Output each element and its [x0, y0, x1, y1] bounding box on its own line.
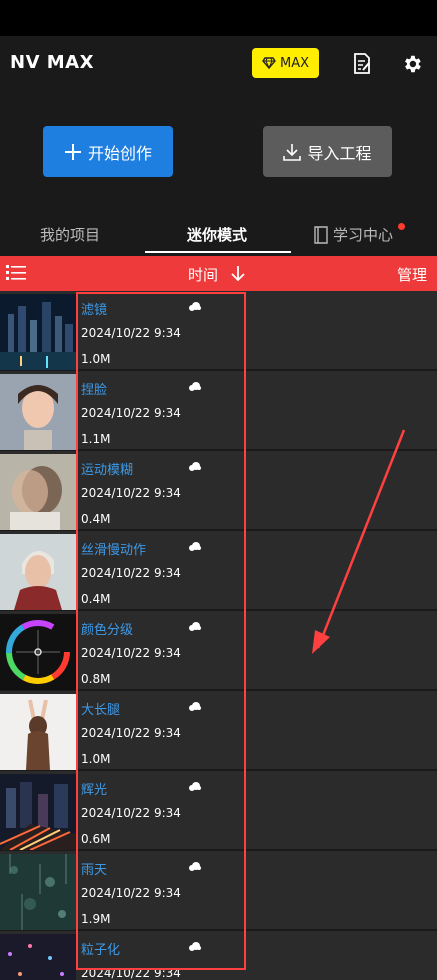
project-item[interactable]: 大长腿 2024/10/22 9:34 1.0M	[0, 691, 437, 771]
manage-button[interactable]: 管理	[397, 264, 427, 285]
project-item[interactable]: 丝滑慢动作 2024/10/22 9:34 0.4M	[0, 531, 437, 611]
active-tab-indicator	[145, 251, 291, 253]
project-thumbnail	[0, 934, 76, 980]
cloud-icon	[189, 382, 201, 391]
max-badge-label: MAX	[279, 55, 309, 71]
project-title: 颜色分级	[81, 623, 134, 638]
list-toolbar: 时间 管理	[0, 256, 437, 291]
settings-button[interactable]	[398, 50, 426, 78]
cloud-icon	[189, 942, 201, 951]
import-project-button[interactable]: 导入工程	[263, 126, 392, 177]
project-date: 2024/10/22 9:34	[81, 566, 181, 580]
app-header: NV MAX MAX	[0, 36, 437, 92]
project-thumbnail	[0, 374, 76, 450]
start-create-button[interactable]: 开始创作	[43, 126, 173, 177]
project-date: 2024/10/22 9:34	[81, 886, 181, 900]
cloud-icon	[189, 702, 201, 711]
cloud-icon	[189, 542, 201, 551]
list-view-icon[interactable]	[6, 264, 26, 282]
app-title: NV MAX	[10, 52, 94, 73]
project-thumbnail	[0, 454, 76, 530]
project-title: 丝滑慢动作	[81, 543, 147, 558]
import-project-label: 导入工程	[307, 143, 372, 163]
drafts-button[interactable]	[348, 50, 376, 78]
tab-bar: 我的项目 迷你模式 学习中心	[0, 212, 437, 256]
project-item[interactable]: 运动模糊 2024/10/22 9:34 0.4M	[0, 451, 437, 531]
project-item[interactable]: 粒子化 2024/10/22 9:34	[0, 931, 437, 980]
status-bar	[0, 0, 437, 36]
project-date: 2024/10/22 9:34	[81, 406, 181, 420]
project-thumbnail	[0, 774, 76, 850]
project-size: 1.0M	[81, 352, 111, 366]
project-date: 2024/10/22 9:34	[81, 486, 181, 500]
cloud-icon	[189, 862, 201, 871]
project-title: 捏脸	[81, 383, 108, 398]
project-date: 2024/10/22 9:34	[81, 326, 181, 340]
project-size: 0.4M	[81, 512, 111, 526]
project-title: 运动模糊	[81, 463, 134, 478]
project-title: 粒子化	[81, 943, 121, 958]
cloud-icon	[189, 462, 201, 471]
project-item[interactable]: 辉光 2024/10/22 9:34 0.6M	[0, 771, 437, 851]
cloud-icon	[189, 782, 201, 791]
project-date: 2024/10/22 9:34	[81, 966, 181, 980]
project-date: 2024/10/22 9:34	[81, 726, 181, 740]
max-badge-button[interactable]: MAX	[252, 48, 319, 78]
project-thumbnail	[0, 534, 76, 610]
project-size: 0.6M	[81, 832, 111, 846]
action-area: 开始创作 导入工程	[0, 92, 437, 212]
arrow-down-icon[interactable]	[231, 265, 245, 282]
project-title: 辉光	[81, 783, 108, 798]
cloud-icon	[189, 302, 201, 311]
tab-learning-center-label: 学习中心	[333, 226, 394, 244]
project-item[interactable]: 颜色分级 2024/10/22 9:34 0.8M	[0, 611, 437, 691]
project-size: 1.9M	[81, 912, 111, 926]
project-title: 滤镜	[81, 303, 108, 318]
gear-icon	[405, 55, 421, 73]
document-edit-icon	[354, 53, 370, 74]
notification-dot	[398, 223, 405, 230]
project-date: 2024/10/22 9:34	[81, 646, 181, 660]
tab-learning-center[interactable]: 学习中心	[313, 224, 393, 245]
project-list: 滤镜 2024/10/22 9:34 1.0M 捏脸 2024/10/22 9:…	[0, 291, 437, 980]
plus-icon	[64, 143, 81, 160]
cloud-icon	[189, 622, 201, 631]
tab-my-projects[interactable]: 我的项目	[40, 224, 100, 245]
project-thumbnail	[0, 694, 76, 770]
project-size: 0.4M	[81, 592, 111, 606]
project-size: 1.0M	[81, 752, 111, 766]
project-date: 2024/10/22 9:34	[81, 806, 181, 820]
download-icon	[283, 143, 302, 161]
project-size: 0.8M	[81, 672, 111, 686]
project-thumbnail	[0, 854, 76, 930]
project-title: 大长腿	[81, 703, 121, 718]
project-title: 雨天	[81, 863, 108, 878]
project-item[interactable]: 雨天 2024/10/22 9:34 1.9M	[0, 851, 437, 931]
sort-by-time-button[interactable]: 时间	[188, 264, 218, 285]
project-thumbnail	[0, 614, 76, 690]
book-icon	[314, 225, 328, 244]
project-item[interactable]: 捏脸 2024/10/22 9:34 1.1M	[0, 371, 437, 451]
project-thumbnail	[0, 294, 76, 370]
project-size: 1.1M	[81, 432, 111, 446]
project-item[interactable]: 滤镜 2024/10/22 9:34 1.0M	[0, 291, 437, 371]
diamond-icon	[262, 57, 276, 69]
tab-mini-mode[interactable]: 迷你模式	[187, 224, 247, 245]
start-create-label: 开始创作	[87, 143, 152, 163]
